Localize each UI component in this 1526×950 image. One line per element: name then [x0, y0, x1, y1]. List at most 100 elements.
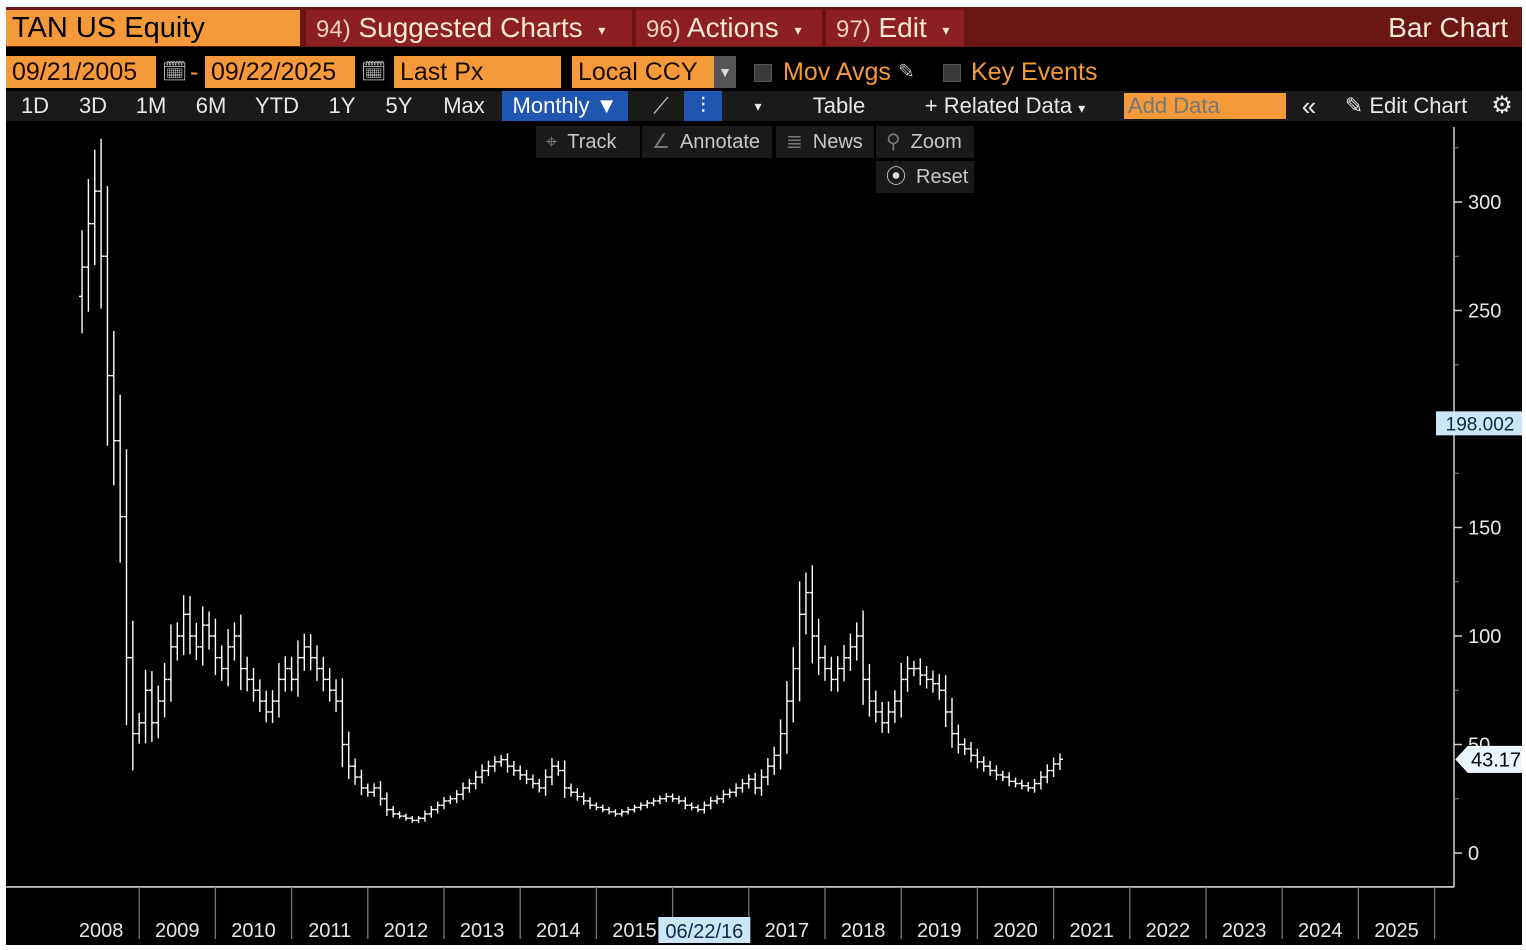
price-bar	[371, 783, 378, 797]
y-tick-label: 100	[1468, 626, 1501, 648]
x-tick-label: 2018	[841, 920, 886, 942]
price-bar	[358, 769, 365, 796]
price-bar	[987, 760, 994, 776]
price-bar	[599, 804, 606, 813]
x-tick-label: 2014	[536, 920, 581, 942]
price-bar	[199, 606, 206, 666]
price-bar	[695, 804, 701, 813]
x-tick-label: 2021	[1069, 920, 1114, 942]
price-bar	[618, 809, 625, 817]
price-bar	[942, 675, 949, 727]
price-bar	[625, 806, 632, 815]
x-tick-label: 2015	[612, 920, 657, 942]
price-bar	[218, 645, 225, 681]
price-bar	[923, 665, 930, 689]
price-bar	[548, 757, 555, 786]
price-bar	[663, 793, 670, 803]
price-bar	[523, 769, 530, 785]
price-bar	[841, 644, 848, 682]
price-bar	[409, 816, 416, 823]
last-price-marker: 43.17	[1455, 745, 1522, 773]
price-bar-chart[interactable]: 050100150200250300 200820092010201120122…	[6, 7, 1522, 945]
price-bar	[123, 449, 130, 726]
price-bar	[555, 760, 562, 776]
x-tick-label: 2010	[231, 920, 276, 942]
price-bar	[466, 778, 473, 793]
x-tick-label: 2023	[1222, 920, 1267, 942]
price-bar	[733, 783, 740, 797]
value-labels: 06/22/16 198.002 43.17	[658, 411, 1522, 943]
price-bar	[472, 771, 479, 790]
crosshair-date-label: 06/22/16	[665, 921, 743, 943]
price-bar	[517, 765, 524, 780]
y-tick-label: 250	[1468, 301, 1501, 323]
last-price-label: 43.17	[1471, 749, 1521, 771]
price-bar	[402, 813, 409, 821]
x-tick-label: 2024	[1298, 920, 1343, 942]
price-bar	[212, 618, 219, 676]
price-bar	[231, 622, 238, 661]
x-tick-label: 2020	[993, 920, 1038, 942]
price-bar	[745, 774, 752, 789]
price-bar	[720, 790, 727, 804]
x-tick-label: 2012	[384, 920, 429, 942]
price-bar	[504, 753, 511, 773]
price-bar	[421, 810, 428, 822]
price-bar	[568, 783, 574, 797]
price-bar	[860, 610, 867, 705]
price-bar	[822, 645, 828, 681]
price-bar	[974, 748, 981, 769]
price-bar	[460, 782, 467, 800]
price-bar	[866, 663, 873, 717]
price-bar	[955, 724, 962, 754]
price-bar	[282, 656, 289, 692]
price-bar	[383, 792, 390, 816]
x-tick-label: 2013	[460, 920, 505, 942]
price-bar	[129, 620, 136, 771]
price-bar	[885, 701, 892, 734]
price-bar	[307, 634, 314, 671]
price-bar	[85, 179, 92, 312]
price-bar	[701, 801, 708, 814]
price-bar	[79, 230, 86, 334]
price-bar	[796, 581, 803, 702]
price-bar	[1050, 757, 1057, 778]
price-bar	[339, 678, 346, 768]
price-bar	[180, 595, 187, 656]
price-bar	[1025, 782, 1032, 792]
price-bar	[542, 769, 549, 796]
price-bar	[314, 645, 320, 681]
price-bar	[206, 611, 213, 650]
y-tick-label: 150	[1468, 518, 1501, 540]
price-bar	[453, 790, 460, 804]
price-bar	[263, 690, 270, 723]
price-bar	[910, 660, 917, 677]
price-bar	[352, 758, 359, 785]
price-bar	[244, 656, 251, 692]
price-bar	[237, 614, 244, 690]
price-bar	[593, 802, 600, 811]
price-bar	[1006, 772, 1013, 787]
price-bar	[155, 685, 162, 739]
price-bar	[250, 668, 257, 702]
price-bar	[929, 670, 936, 693]
price-bar	[174, 622, 181, 661]
price-bar	[434, 801, 441, 814]
price-bar	[898, 662, 905, 718]
price-bar	[809, 565, 816, 664]
y-tick-label: 300	[1468, 192, 1501, 214]
price-bar	[441, 796, 447, 810]
price-bar	[187, 596, 193, 655]
price-bar	[644, 800, 651, 809]
price-bar	[428, 805, 435, 818]
price-bar	[288, 656, 295, 692]
y-tick-label: 0	[1468, 843, 1479, 865]
price-bar	[1056, 753, 1063, 770]
price-bar	[891, 690, 898, 723]
price-bar	[225, 629, 232, 687]
price-bar	[136, 712, 143, 744]
price-bar	[326, 668, 333, 702]
price-bar	[390, 806, 397, 818]
price-bar	[320, 656, 327, 692]
x-tick-label: 2022	[1146, 920, 1191, 942]
